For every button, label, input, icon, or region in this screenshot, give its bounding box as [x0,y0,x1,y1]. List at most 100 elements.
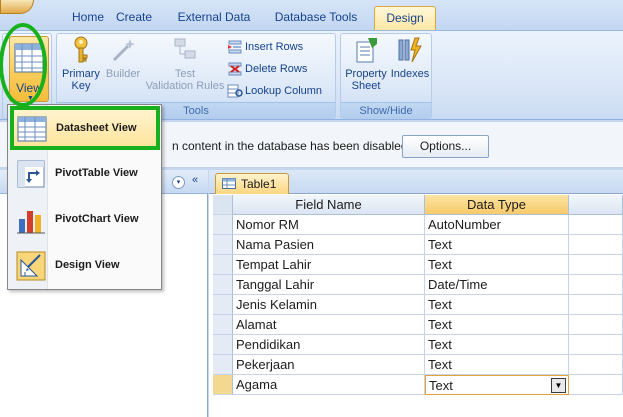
test-validation-label-2: Validation Rules [145,80,225,92]
pivottable-view-icon [17,160,45,188]
document-area: Table1 Field Name Data Type Nomor RM Aut… [209,170,623,417]
delete-rows-button[interactable]: Delete Rows [227,60,307,80]
lookup-column-label: Lookup Column [245,85,323,97]
table-row[interactable]: Pendidikan Text [213,335,623,355]
row-selector[interactable] [213,375,233,395]
view-button[interactable]: View ▼ [9,36,49,102]
menu-item-pivottable-view[interactable]: PivotTable View [10,154,160,194]
menu-item-label: PivotTable View [55,167,138,179]
data-type-cell[interactable]: Text [425,315,569,335]
description-cell[interactable] [569,335,623,355]
property-sheet-label-1: Property [345,68,387,80]
field-name-cell[interactable]: Pekerjaan [233,355,425,375]
options-button[interactable]: Options... [402,135,489,158]
document-tab-strip: Table1 [209,170,623,194]
table-icon [222,178,236,189]
description-cell[interactable] [569,375,623,395]
row-selector[interactable] [213,315,233,335]
menu-item-datasheet-view[interactable]: Datasheet View [10,108,160,148]
office-button[interactable] [0,0,34,14]
table-row[interactable]: Alamat Text [213,315,623,335]
description-cell[interactable] [569,215,623,235]
data-type-cell[interactable]: Text [425,375,569,395]
data-type-dropdown-button[interactable]: ▼ [551,378,566,393]
select-all-corner[interactable] [213,195,233,215]
field-name-cell[interactable]: Pendidikan [233,335,425,355]
document-tab-table1[interactable]: Table1 [215,173,289,194]
builder-button[interactable]: Builder [103,36,143,80]
column-header-data-type[interactable]: Data Type [425,195,569,215]
column-header-field-name[interactable]: Field Name [233,195,425,215]
menu-item-pivotchart-view[interactable]: PivotChart View [10,200,160,240]
show-hide-group-label: Show/Hide [341,102,431,118]
design-view-icon [16,251,46,281]
field-name-cell[interactable]: Tanggal Lahir [233,275,425,295]
menu-item-label: PivotChart View [55,213,139,225]
menu-item-label: Datasheet View [56,122,137,134]
data-type-cell[interactable]: Text [425,235,569,255]
data-type-cell[interactable]: Date/Time [425,275,569,295]
chevron-down-icon[interactable]: ▾ [172,176,185,189]
description-cell[interactable] [569,355,623,375]
table-row[interactable]: Agama Text ▼ [213,375,623,395]
lookup-column-button[interactable]: Lookup Column [227,82,322,102]
tab-database-tools[interactable]: Database Tools [266,6,366,30]
table-row[interactable]: Pekerjaan Text [213,355,623,375]
description-cell[interactable] [569,235,623,255]
table-row[interactable]: Nama Pasien Text [213,235,623,255]
row-selector[interactable] [213,335,233,355]
data-type-cell[interactable]: Text [425,335,569,355]
insert-rows-button[interactable]: Insert Rows [227,38,303,58]
insert-rows-icon [228,40,242,54]
menu-item-design-view[interactable]: Design View [10,246,160,286]
tab-external-data[interactable]: External Data [168,6,260,30]
row-selector[interactable] [213,255,233,275]
tab-create[interactable]: Create [108,6,160,30]
test-validation-rules-button[interactable]: Test Validation Rules [145,36,225,92]
table-row[interactable]: Jenis Kelamin Text [213,295,623,315]
delete-rows-icon [228,62,242,76]
primary-key-button[interactable]: Primary Key [59,36,103,92]
row-selector[interactable] [213,275,233,295]
field-name-cell[interactable]: Alamat [233,315,425,335]
row-selector[interactable] [213,235,233,255]
view-button-label: View [16,81,42,95]
indexes-icon [398,37,422,63]
property-sheet-button[interactable]: Property Sheet [343,36,389,92]
primary-key-label-1: Primary [62,68,100,80]
description-cell[interactable] [569,275,623,295]
data-type-cell[interactable]: Text [425,355,569,375]
test-validation-label-1: Test [174,68,196,80]
column-header-description[interactable] [569,195,623,215]
key-icon [74,36,88,63]
description-cell[interactable] [569,315,623,335]
document-tab-label: Table1 [241,177,277,191]
description-cell[interactable] [569,255,623,275]
table-row[interactable]: Tempat Lahir Text [213,255,623,275]
indexes-button[interactable]: Indexes [389,36,431,80]
table-row[interactable]: Tanggal Lahir Date/Time [213,275,623,295]
field-name-cell[interactable]: Agama [233,375,425,395]
lookup-column-icon [227,84,243,98]
tab-design[interactable]: Design [374,6,436,30]
collapse-pane-icon[interactable]: « [192,174,198,186]
property-sheet-label-2: Sheet [351,80,381,92]
data-type-cell[interactable]: Text [425,255,569,275]
table-row[interactable]: Nomor RM AutoNumber [213,215,623,235]
menu-item-label: Design View [55,259,120,271]
field-name-cell[interactable]: Nomor RM [233,215,425,235]
validation-icon [174,38,196,59]
row-selector[interactable] [213,215,233,235]
primary-key-label-2: Key [71,80,91,92]
field-name-cell[interactable]: Jenis Kelamin [233,295,425,315]
field-name-cell[interactable]: Tempat Lahir [233,255,425,275]
data-type-cell[interactable]: AutoNumber [425,215,569,235]
view-dropdown-menu: Datasheet View PivotTable View PivotChar… [7,104,162,290]
field-name-cell[interactable]: Nama Pasien [233,235,425,255]
description-cell[interactable] [569,295,623,315]
data-type-cell[interactable]: Text [425,295,569,315]
row-selector[interactable] [213,295,233,315]
row-selector[interactable] [213,355,233,375]
show-hide-group: Property Sheet Indexes Show/Hide [340,33,432,119]
builder-label: Builder [105,68,141,80]
